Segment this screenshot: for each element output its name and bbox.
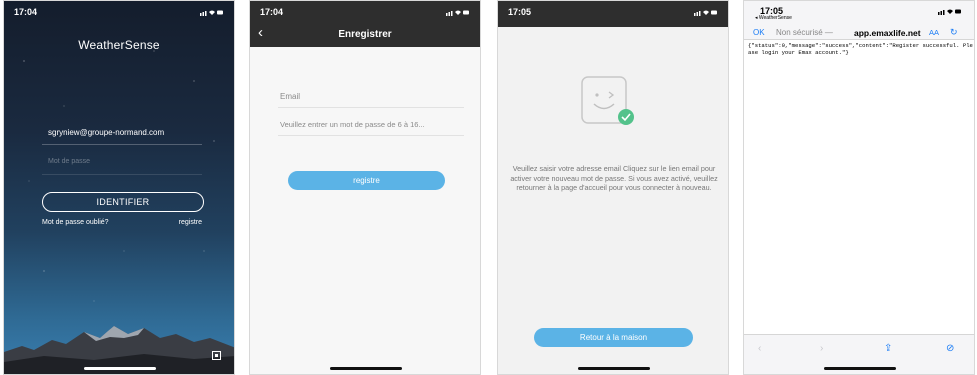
signal-icon	[446, 10, 469, 17]
navigation-bar: 17:04 ‹ Enregistrer	[250, 1, 480, 47]
signal-icon	[938, 9, 961, 16]
back-icon[interactable]: ‹	[758, 343, 761, 354]
login-button[interactable]: IDENTIFIER	[42, 192, 204, 212]
activation-message: Veuillez saisir votre adresse email Cliq…	[510, 164, 718, 192]
home-indicator[interactable]	[330, 367, 402, 370]
status-icons	[938, 7, 962, 16]
status-bar: 17:05	[508, 7, 718, 17]
forward-icon[interactable]: ›	[820, 343, 823, 354]
home-indicator[interactable]	[578, 367, 650, 370]
status-icons	[446, 7, 470, 17]
password-placeholder: Mot de passe	[48, 158, 91, 165]
email-input[interactable]: sgryniew@groupe-normand.com	[42, 123, 202, 145]
url-domain[interactable]: app.emaxlife.net	[854, 28, 921, 38]
signal-icon	[200, 10, 223, 17]
status-bar: 17:04	[260, 7, 470, 17]
screenshot-collage: 17:04 WeatherSense sgryniew@groupe-norma…	[0, 0, 977, 375]
home-indicator[interactable]	[824, 367, 896, 370]
status-time: 17:05	[508, 7, 532, 17]
home-indicator[interactable]	[84, 367, 156, 370]
browser-header: 17:05 ◂ WeatherSense OK Non sécurisé — a…	[744, 1, 974, 40]
password-input[interactable]: Mot de passe	[42, 153, 202, 175]
email-input[interactable]: Email	[278, 88, 464, 108]
return-home-button[interactable]: Retour à la maison	[534, 328, 693, 347]
status-icons	[694, 7, 718, 17]
json-response: {"status":0,"message":"success","content…	[748, 42, 973, 56]
login-screen: 17:04 WeatherSense sgryniew@groupe-norma…	[3, 0, 235, 375]
video-toggle-icon[interactable]	[212, 351, 221, 360]
ok-button[interactable]: OK	[753, 28, 765, 37]
signal-icon	[694, 10, 717, 17]
back-to-app-link[interactable]: ◂ WeatherSense	[755, 15, 792, 21]
mountain-silhouette	[4, 326, 234, 374]
password-input[interactable]: Veuillez entrer un mot de passe de 6 à 1…	[278, 116, 464, 136]
share-icon[interactable]: ⇪	[884, 343, 892, 354]
security-label: Non sécurisé —	[776, 28, 833, 37]
forgot-password-link[interactable]: Mot de passe oublié?	[42, 219, 109, 226]
page-title: Enregistrer	[338, 29, 392, 40]
compass-icon[interactable]: ⊘	[946, 343, 954, 354]
navigation-bar: 17:05	[498, 1, 728, 27]
password-placeholder: Veuillez entrer un mot de passe de 6 à 1…	[280, 120, 425, 129]
email-placeholder: Email	[280, 92, 301, 101]
email-value: sgryniew@groupe-normand.com	[48, 128, 165, 137]
register-screen: 17:04 ‹ Enregistrer Email Veuillez entre…	[249, 0, 481, 375]
register-link[interactable]: registre	[179, 219, 202, 226]
register-button[interactable]: registre	[288, 171, 445, 190]
reload-icon[interactable]: ↻	[950, 27, 958, 38]
browser-screen: 17:05 ◂ WeatherSense OK Non sécurisé — a…	[743, 0, 975, 375]
app-logo: WeatherSense	[78, 38, 160, 52]
status-time: 17:04	[260, 7, 284, 17]
wink-success-icon	[581, 76, 634, 125]
status-time: 17:04	[14, 7, 38, 17]
confirmation-screen: 17:05 Veuillez saisir votre adresse emai	[497, 0, 729, 375]
status-icons	[200, 7, 224, 17]
status-bar: 17:04	[14, 7, 224, 19]
text-size-button[interactable]: AA	[929, 28, 939, 37]
